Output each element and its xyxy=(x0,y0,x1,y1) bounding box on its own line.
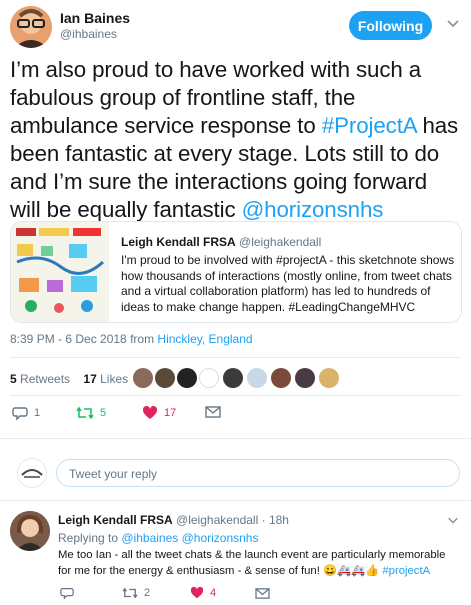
reply-text: Me too Ian - all the tweet chats & the l… xyxy=(58,548,458,579)
quoted-tweet[interactable]: Leigh Kendall FRSA @leighakendall I'm pr… xyxy=(10,221,462,323)
liker-avatar[interactable] xyxy=(177,368,197,388)
divider xyxy=(10,357,461,358)
liker-avatar[interactable] xyxy=(271,368,291,388)
mention-link[interactable]: @horizonsnhs xyxy=(242,197,384,222)
tweet-meta: 8:39 PM - 6 Dec 2018 from Hinckley, Engl… xyxy=(10,332,253,346)
chevron-down-icon[interactable] xyxy=(446,16,460,30)
following-button[interactable]: Following xyxy=(349,11,432,40)
liker-avatar[interactable] xyxy=(133,368,153,388)
location-link[interactable]: Hinckley, England xyxy=(157,332,252,346)
avatar-image xyxy=(10,511,50,551)
reply-author-avatar[interactable] xyxy=(10,511,50,551)
sketchnote-image xyxy=(11,222,109,322)
liker-avatar[interactable] xyxy=(247,368,267,388)
reply-count: 1 xyxy=(34,407,41,419)
retweet-count: 5 xyxy=(100,407,107,419)
reply-author-name[interactable]: Leigh Kendall FRSA xyxy=(58,513,173,527)
reply-author-handle[interactable]: @leighakendall xyxy=(176,513,258,527)
liker-avatar[interactable] xyxy=(155,368,175,388)
retweets-label: Retweets xyxy=(20,372,71,386)
heart-icon xyxy=(142,405,158,419)
reply-composer[interactable] xyxy=(56,459,460,488)
tweet-text: I’m also proud to have worked with such … xyxy=(10,56,460,224)
my-avatar xyxy=(17,458,47,488)
avatar-image xyxy=(10,6,52,48)
liker-avatar[interactable] xyxy=(223,368,243,388)
envelope-icon xyxy=(255,588,270,599)
divider xyxy=(0,438,471,439)
likes-count: 17 xyxy=(83,372,97,386)
horizons-logo-icon xyxy=(21,469,43,478)
tweet-stats: 5 Retweets 17 Likes xyxy=(10,372,128,386)
divider xyxy=(10,395,461,396)
chevron-down-icon[interactable] xyxy=(447,514,459,526)
reply-like-action[interactable]: 4 xyxy=(190,586,216,600)
reply-action[interactable]: 1 xyxy=(12,405,40,421)
hashtag-link[interactable]: #ProjectA xyxy=(322,113,417,138)
reply-retweet-action[interactable]: 2 xyxy=(122,586,150,600)
liker-avatar[interactable] xyxy=(199,368,219,388)
like-action[interactable]: 17 xyxy=(142,405,176,421)
reply-message-action[interactable] xyxy=(255,587,270,605)
replying-handles[interactable]: @ihbaines @horizonsnhs xyxy=(121,531,258,545)
reply-like-count: 4 xyxy=(210,587,217,599)
reply-reply-action[interactable] xyxy=(60,586,74,605)
likes-stat[interactable]: 17 Likes xyxy=(83,372,128,386)
emoji-group: 😀🚑🚑👍 xyxy=(322,564,380,577)
reply-hashtag-link[interactable]: #projectA xyxy=(382,565,430,577)
envelope-icon xyxy=(205,406,221,418)
quoted-author-handle: @leighakendall xyxy=(239,235,322,249)
retweet-icon xyxy=(76,406,94,420)
liker-avatar[interactable] xyxy=(319,368,339,388)
quoted-author: Leigh Kendall FRSA @leighakendall xyxy=(121,235,321,249)
quoted-text: I'm proud to be involved with #projectA … xyxy=(121,253,455,314)
reply-time[interactable]: · 18h xyxy=(262,513,289,527)
liker-avatar[interactable] xyxy=(295,368,315,388)
heart-icon xyxy=(190,586,204,599)
reply-input[interactable] xyxy=(67,460,451,488)
retweets-count: 5 xyxy=(10,372,17,386)
likes-label: Likes xyxy=(100,372,129,386)
reply-author: Leigh Kendall FRSA @leighakendall · 18h xyxy=(58,513,289,527)
retweet-icon xyxy=(122,587,138,599)
reply-icon xyxy=(12,407,28,421)
reply-icon xyxy=(60,588,74,600)
replying-to: Replying to @ihbaines @horizonsnhs xyxy=(58,531,258,545)
message-action[interactable] xyxy=(205,405,221,419)
author-handle[interactable]: @ihbaines xyxy=(60,27,117,41)
retweets-stat[interactable]: 5 Retweets xyxy=(10,372,70,386)
tweet-timestamp[interactable]: 8:39 PM - 6 Dec 2018 from xyxy=(10,332,157,346)
divider xyxy=(0,500,471,501)
replying-prefix: Replying to xyxy=(58,531,122,545)
author-name[interactable]: Ian Baines xyxy=(60,10,130,26)
like-count: 17 xyxy=(164,407,177,419)
reply-retweet-count: 2 xyxy=(144,587,151,599)
author-avatar[interactable] xyxy=(10,6,52,48)
retweet-action[interactable]: 5 xyxy=(76,405,106,421)
quoted-author-name: Leigh Kendall FRSA xyxy=(121,235,236,249)
reply-tweet[interactable]: Leigh Kendall FRSA @leighakendall · 18h … xyxy=(0,503,471,605)
